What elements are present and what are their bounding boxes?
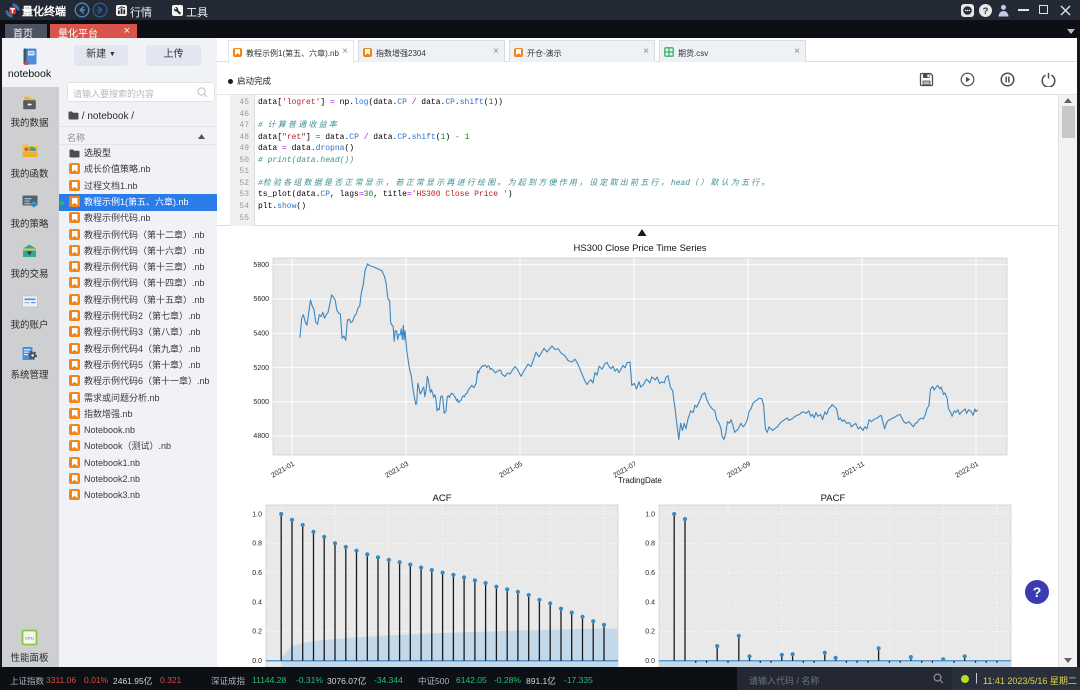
svg-text:CPU: CPU xyxy=(25,636,34,641)
svg-text:0.8: 0.8 xyxy=(252,541,262,548)
svg-text:2021-11: 2021-11 xyxy=(841,461,866,480)
svg-text:TradingDate: TradingDate xyxy=(618,476,662,485)
svg-text:0.8: 0.8 xyxy=(645,541,655,548)
svg-text:0.6: 0.6 xyxy=(252,570,262,577)
svg-text:0.6: 0.6 xyxy=(645,570,655,577)
svg-text:5400: 5400 xyxy=(253,331,269,338)
svg-text:5800: 5800 xyxy=(253,262,269,269)
svg-text:2022-01: 2022-01 xyxy=(954,461,980,480)
svg-text:1.0: 1.0 xyxy=(645,511,655,518)
svg-text:0.2: 0.2 xyxy=(645,629,655,636)
svg-text:1.0: 1.0 xyxy=(252,511,262,518)
svg-text:PACF: PACF xyxy=(821,493,846,504)
svg-text:2021-09: 2021-09 xyxy=(726,461,752,480)
svg-text:5200: 5200 xyxy=(253,365,269,372)
svg-text:2021-01: 2021-01 xyxy=(270,461,296,480)
svg-text:2021-03: 2021-03 xyxy=(384,461,410,480)
svg-text:HS300 Close Price Time Series: HS300 Close Price Time Series xyxy=(573,243,706,254)
svg-text:0.4: 0.4 xyxy=(252,599,262,606)
svg-text:ACF: ACF xyxy=(433,493,452,504)
svg-text:0.0: 0.0 xyxy=(645,658,655,665)
svg-text:5000: 5000 xyxy=(253,399,269,406)
svg-text:0.0: 0.0 xyxy=(252,658,262,665)
svg-text:0.4: 0.4 xyxy=(645,599,655,606)
svg-text:5600: 5600 xyxy=(253,296,269,303)
svg-text:?: ? xyxy=(983,6,989,17)
svg-text:4800: 4800 xyxy=(253,433,269,440)
svg-text:0.2: 0.2 xyxy=(252,629,262,636)
svg-text:2021-05: 2021-05 xyxy=(498,461,524,480)
